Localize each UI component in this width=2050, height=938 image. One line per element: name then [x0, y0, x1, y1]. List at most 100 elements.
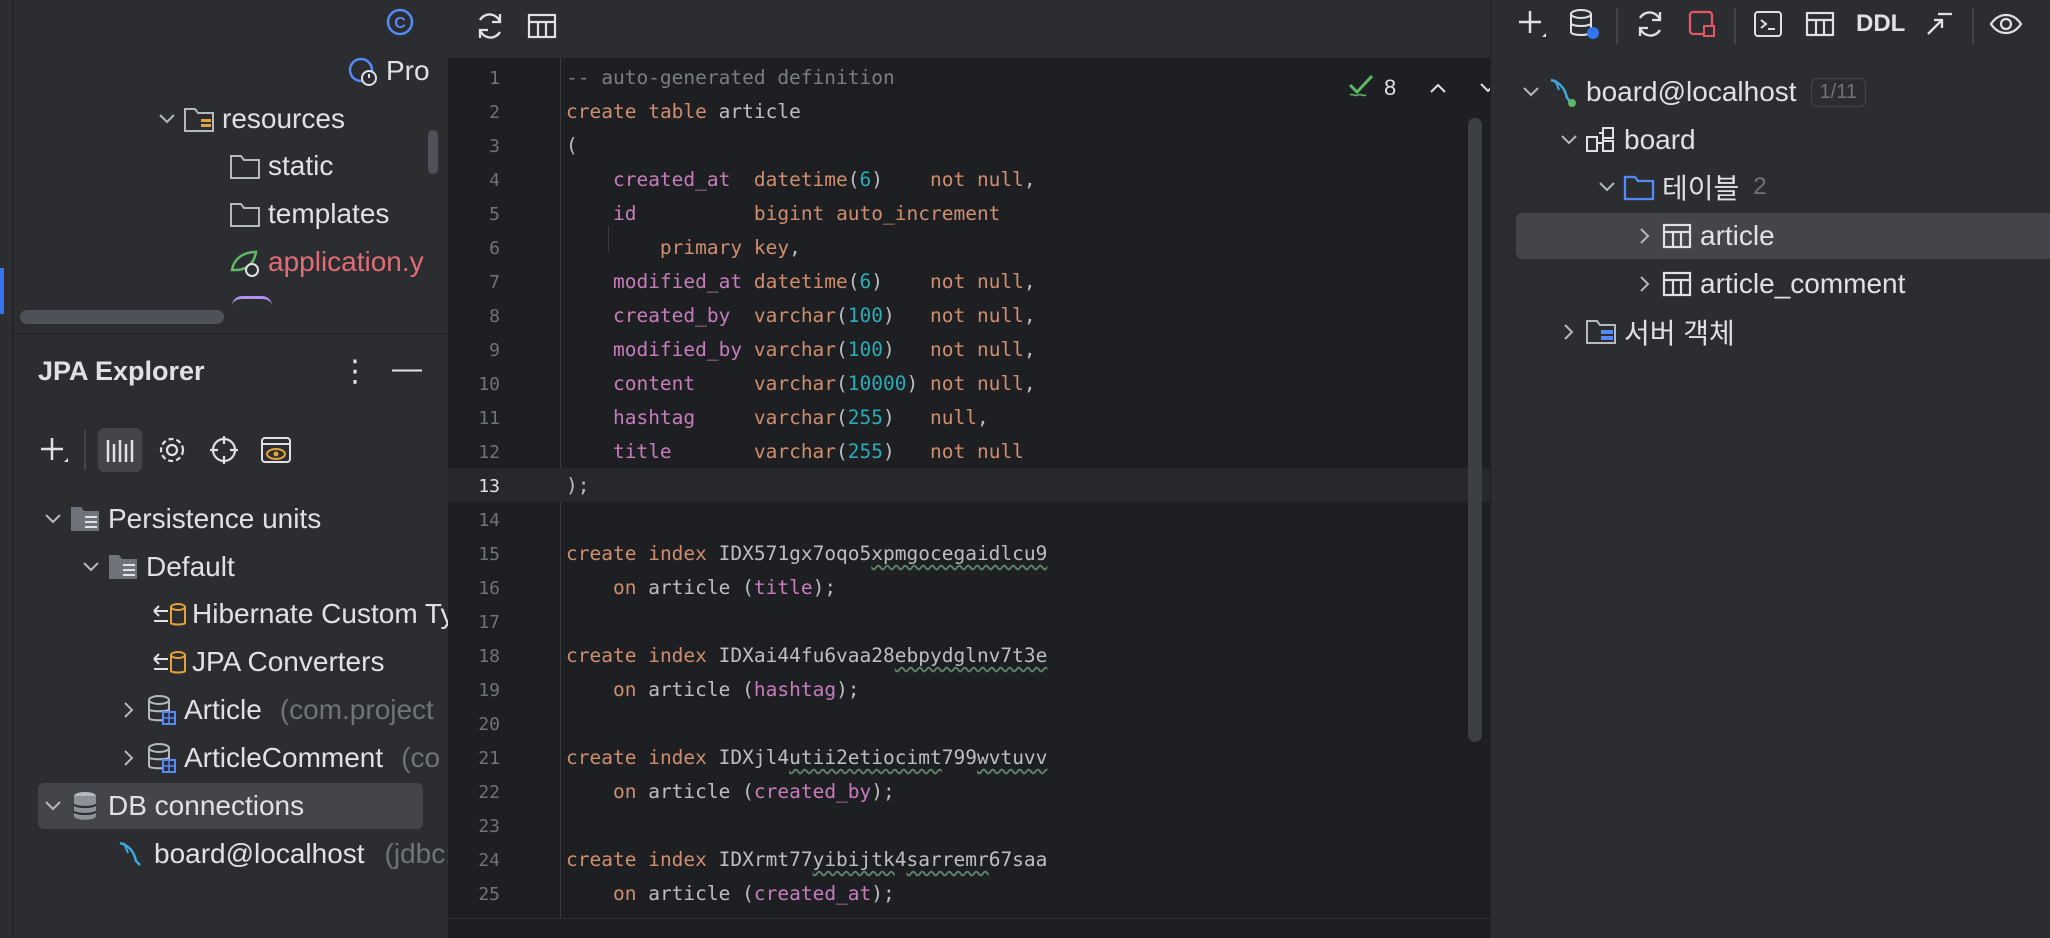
- line-number: 6: [489, 238, 500, 259]
- ddl-button[interactable]: DDL: [1856, 10, 1905, 38]
- locate-icon[interactable]: [204, 430, 244, 470]
- chevron-right-icon[interactable]: [1630, 275, 1660, 293]
- inspection-count: 8: [1384, 75, 1397, 100]
- mysql-icon: [1546, 75, 1580, 109]
- tree-item-label: article: [1700, 220, 1775, 251]
- folder-icon: [228, 197, 262, 231]
- tree-item-label: Hibernate Custom Ty: [192, 598, 455, 629]
- tree-item-db-connections[interactable]: DB connections: [38, 783, 304, 829]
- chevron-down-icon[interactable]: [152, 113, 182, 125]
- tree-item-package: (com.project: [279, 694, 434, 725]
- disconnect-icon[interactable]: [1682, 4, 1722, 44]
- schema-icon: [1584, 123, 1618, 157]
- chevron-down-icon[interactable]: [38, 800, 68, 812]
- mysql-icon: [114, 837, 148, 871]
- schema-count-badge[interactable]: 1/11: [1810, 77, 1866, 107]
- svg-text:C: C: [394, 15, 406, 32]
- tree-item-static[interactable]: static: [228, 143, 333, 189]
- line-number: 20: [478, 714, 500, 735]
- chevron-up-icon[interactable]: [1428, 75, 1448, 101]
- tree-item-default[interactable]: Default: [76, 544, 235, 590]
- horizontal-scrollbar[interactable]: [20, 310, 224, 324]
- tree-item-label: 서버 객체: [1624, 318, 1735, 349]
- tree-item-count: 2: [1753, 173, 1767, 200]
- settings-icon[interactable]: [152, 430, 192, 470]
- line-number: 17: [478, 612, 500, 633]
- code-line: -- auto-generated definition: [566, 66, 895, 89]
- code-line: on article (title);: [612, 576, 837, 599]
- code-line: create table article: [566, 100, 801, 123]
- refresh-icon[interactable]: [1630, 4, 1670, 44]
- datasource-properties-icon[interactable]: [1564, 4, 1604, 44]
- tree-item-properties-class[interactable]: Pro: [346, 48, 430, 94]
- add-icon[interactable]: [1512, 4, 1552, 44]
- editor-horizontal-scrollbar[interactable]: [448, 918, 1490, 938]
- code-line: on article (hashtag);: [612, 678, 860, 701]
- tree-item-label: Pro: [386, 55, 430, 86]
- editor-vertical-scrollbar[interactable]: [1468, 118, 1482, 742]
- line-number-current: 13: [478, 476, 500, 497]
- chevron-down-icon[interactable]: [76, 561, 106, 573]
- line-number: 10: [478, 374, 500, 395]
- tree-item-datasource[interactable]: board@localhost 1/11: [1516, 69, 1866, 115]
- refresh-icon[interactable]: [470, 6, 510, 46]
- tree-item-table-article[interactable]: article: [1630, 213, 1775, 259]
- code-line: hashtag varchar(255) null,: [612, 406, 989, 429]
- chevron-right-icon[interactable]: [1630, 227, 1660, 245]
- toolbar-separator: [84, 430, 86, 470]
- tool-window-stripe: [0, 0, 13, 937]
- more-options-icon[interactable]: ⋮: [340, 354, 370, 389]
- tree-item-tables-folder[interactable]: 테이블 2: [1592, 164, 1767, 210]
- vertical-scrollbar[interactable]: [428, 130, 438, 174]
- tree-item-resources[interactable]: resources: [152, 96, 345, 142]
- chevron-down-icon[interactable]: [1592, 181, 1622, 193]
- inspection-widget[interactable]: 8: [1348, 72, 1498, 104]
- line-number: 19: [478, 680, 500, 701]
- show-in-browser-icon[interactable]: [256, 430, 296, 470]
- group-by-icon[interactable]: [98, 428, 142, 472]
- table-view-icon[interactable]: [1800, 4, 1840, 44]
- tree-item-hibernate-custom-types[interactable]: Hibernate Custom Ty: [152, 591, 455, 637]
- entity-icon: [144, 741, 178, 775]
- selection-highlight: [1516, 213, 2050, 259]
- line-number: 7: [489, 272, 500, 293]
- editor-toolbar: [448, 0, 1490, 59]
- line-number: 24: [478, 850, 500, 871]
- chevron-right-icon[interactable]: [1554, 323, 1584, 341]
- jump-to-icon[interactable]: [1920, 4, 1960, 44]
- line-number: 23: [478, 816, 500, 837]
- chevron-down-icon[interactable]: [1516, 86, 1546, 98]
- line-number: 15: [478, 544, 500, 565]
- converter-icon: [152, 597, 186, 631]
- chevron-right-icon[interactable]: [114, 749, 144, 767]
- tree-item-templates[interactable]: templates: [228, 191, 389, 237]
- tree-item-board-localhost[interactable]: board@localhost (jdbc:: [114, 831, 453, 877]
- code-line: create index IDXai44fu6vaa28ebpydglnv7t3…: [566, 644, 1048, 667]
- code-line: modified_at datetime(6) not null,: [612, 270, 1036, 293]
- tree-item-article-comment-entity[interactable]: ArticleComment (co: [114, 735, 440, 781]
- line-number: 9: [489, 340, 500, 361]
- table-view-icon[interactable]: [522, 6, 562, 46]
- tree-item-table-article-comment[interactable]: article_comment: [1630, 261, 1905, 307]
- tree-item-jpa-converters[interactable]: JPA Converters: [152, 639, 384, 685]
- tree-item-server-objects[interactable]: 서버 객체: [1554, 309, 1735, 355]
- code-line: created_by varchar(100) not null,: [612, 304, 1036, 327]
- add-icon[interactable]: [34, 430, 74, 470]
- current-line-highlight: [448, 468, 1490, 502]
- tree-item-application-yml[interactable]: application.y: [228, 239, 424, 285]
- view-options-icon[interactable]: [1986, 4, 2026, 44]
- console-icon[interactable]: [1748, 4, 1788, 44]
- chevron-right-icon[interactable]: [114, 701, 144, 719]
- line-number: 2: [489, 102, 500, 123]
- code-line: primary key,: [659, 236, 801, 259]
- folder-icon: [1622, 170, 1656, 204]
- minimize-icon[interactable]: —: [392, 352, 422, 386]
- chevron-down-icon[interactable]: [1554, 134, 1584, 146]
- line-number: 1: [489, 68, 500, 89]
- code-line: modified_by varchar(100) not null,: [612, 338, 1036, 361]
- tree-item-article-entity[interactable]: Article (com.project: [114, 687, 434, 733]
- chevron-down-icon[interactable]: [38, 513, 68, 525]
- tree-item-schema-board[interactable]: board: [1554, 117, 1696, 163]
- folder-icon: [228, 149, 262, 183]
- tree-item-persistence-units[interactable]: Persistence units: [38, 496, 321, 542]
